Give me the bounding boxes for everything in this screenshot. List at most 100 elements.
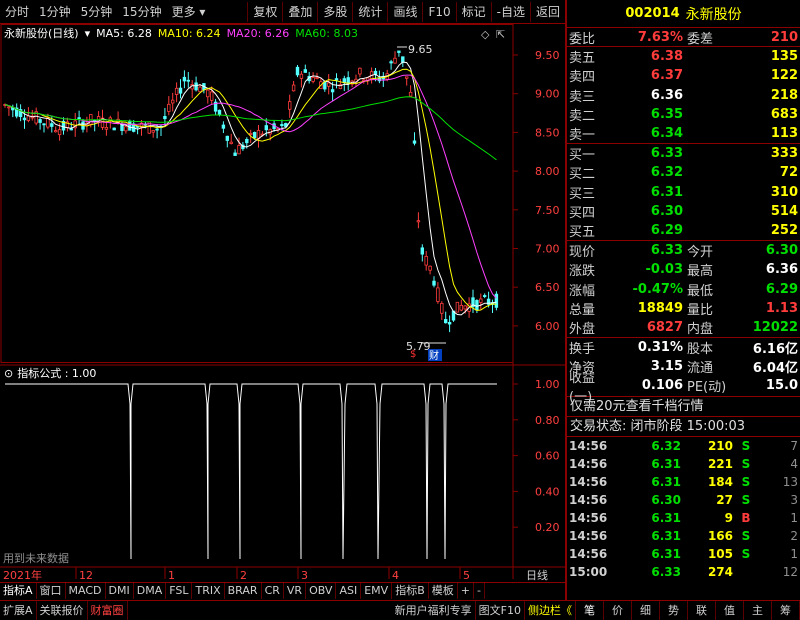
tick-price: 6.30	[651, 492, 681, 507]
stat-label: PE(动)	[687, 380, 727, 396]
book-volume: 252	[770, 222, 798, 238]
toolbar-button[interactable]: 叠加	[283, 1, 317, 23]
candle-body	[163, 116, 167, 120]
stat-value: 6.33	[650, 243, 683, 259]
price-pane-frame	[0, 24, 514, 363]
tick-row: 14:56 6.31 221 S 4	[567, 455, 800, 473]
toolbar-button[interactable]: 画线	[388, 1, 422, 23]
book-row[interactable]: 买五 6.29 252	[567, 221, 800, 240]
book-row[interactable]: 买二 6.32 72	[567, 163, 800, 182]
book-row[interactable]: 卖三 6.36 218	[567, 86, 800, 105]
book-row[interactable]: 卖五 6.38 135	[567, 47, 800, 66]
book-row[interactable]: 买一 6.33 333	[567, 144, 800, 163]
book-row[interactable]: 卖四 6.37 122	[567, 66, 800, 85]
toolbar-button[interactable]: 标记	[457, 1, 491, 23]
candle-body	[393, 57, 397, 64]
book-level: 卖五	[569, 51, 596, 67]
stat-row: 外盘 6827 内盘 12022	[567, 318, 800, 337]
diamond-icon[interactable]: ◇	[481, 28, 490, 41]
panel-tab[interactable]: 值	[716, 601, 744, 620]
candle-body	[54, 130, 58, 133]
indicator-tab[interactable]: 模板	[429, 583, 458, 599]
toolbar-button[interactable]: 统计	[353, 1, 387, 23]
fundamental-stats: 换手 0.31% 股本 6.16亿 净资 3.15 流通 6.04亿 收益(一) 0.106 PE(…	[567, 338, 800, 405]
period-button[interactable]: 1分钟	[34, 1, 76, 23]
fold-arrow-icon[interactable]: ⇱	[496, 28, 505, 41]
stat-label: 最高	[687, 264, 714, 280]
candle-body	[237, 145, 241, 155]
book-row[interactable]: 卖一 6.34 113	[567, 124, 800, 143]
period-button[interactable]: 分时	[0, 1, 34, 23]
indicator-tab[interactable]: VR	[284, 583, 307, 599]
book-row[interactable]: 卖二 6.35 683	[567, 105, 800, 124]
toolbar-button[interactable]: F10	[423, 1, 455, 23]
candle-body	[151, 130, 155, 133]
indicator-tab[interactable]: TRIX	[192, 583, 225, 599]
candle-body	[299, 73, 304, 79]
period-button[interactable]: 15分钟	[117, 1, 166, 23]
book-volume: 683	[770, 106, 798, 122]
panel-tab[interactable]: 笔	[576, 601, 604, 620]
ext-tab[interactable]: 关联报价	[37, 601, 88, 620]
indicator-tab[interactable]: BRAR	[225, 583, 262, 599]
panel-tab[interactable]: 联	[688, 601, 716, 620]
level2-promo[interactable]: 仅需20元查看千档行情	[567, 397, 800, 417]
book-row[interactable]: 买四 6.30 514	[567, 202, 800, 221]
panel-tab[interactable]: 价	[604, 601, 632, 620]
candle-body	[428, 265, 432, 271]
candle-body	[404, 76, 409, 79]
toolbar-button[interactable]: 返回	[531, 1, 565, 23]
indicator-tab[interactable]: EMV	[361, 583, 393, 599]
indicator-tab[interactable]: FSL	[166, 583, 193, 599]
dividend-icon[interactable]: $	[410, 349, 416, 360]
panel-tab[interactable]: 筹	[772, 601, 800, 620]
indicator-tab[interactable]: 指标A	[0, 583, 37, 599]
stat-row: 涨幅 -0.47% 最低 6.29	[567, 279, 800, 299]
indicator-tab[interactable]: +	[458, 583, 474, 599]
indicator-tab[interactable]: DMI	[106, 583, 134, 599]
indicator-tab[interactable]: CR	[262, 583, 284, 599]
panel-tab[interactable]: 主	[744, 601, 772, 620]
stat-label: 量比	[687, 302, 714, 318]
panel-tab[interactable]: 细	[632, 601, 660, 620]
candle-body	[287, 101, 292, 110]
price-tick-label: 7.00	[535, 243, 560, 256]
tick-side: S	[741, 456, 751, 471]
toolbar-button[interactable]: -自选	[492, 1, 530, 23]
sidebar-toggle[interactable]: 侧边栏《	[525, 601, 576, 620]
book-volume: 310	[770, 184, 798, 200]
price-axis: 9.50 9.00 8.50 8.00 7.50 7.00 6.50 6.00	[513, 49, 560, 333]
indicator-title-bar: ⊙ 指标公式 : 1.00	[0, 365, 96, 381]
indicator-tab[interactable]: ASI	[336, 583, 362, 599]
finance-icon[interactable]: 财	[429, 349, 439, 362]
candle-body	[174, 87, 179, 95]
indicator-tab[interactable]: OBV	[306, 583, 337, 599]
ma10-line	[4, 68, 497, 312]
indicator-tab[interactable]: MACD	[66, 583, 106, 599]
candle-body	[128, 120, 132, 131]
period-button[interactable]: 5分钟	[76, 1, 118, 23]
indicator-tab[interactable]: 窗口	[37, 583, 66, 599]
ext-tab[interactable]: 扩展A	[0, 601, 37, 620]
stat-value: 18849	[637, 300, 683, 316]
indicator-tab[interactable]: 指标B	[392, 583, 429, 599]
book-row[interactable]: 买三 6.31 310	[567, 183, 800, 202]
promo-link[interactable]: 新用户福利专享	[392, 601, 476, 620]
indicator-tab[interactable]: DMA	[134, 583, 167, 599]
candle-body	[182, 76, 187, 82]
f10-button[interactable]: 图文F10	[476, 601, 525, 620]
toolbar-button[interactable]: 复权	[248, 1, 282, 23]
indicator-title: 指标公式 : 1.00	[17, 367, 97, 380]
ext-tab[interactable]: 财富圈	[88, 601, 128, 620]
stat-label: 换手	[569, 342, 596, 358]
indicator-tab[interactable]: -	[474, 583, 485, 599]
panel-tab[interactable]: 势	[660, 601, 688, 620]
kline-chart[interactable]: 9.50 9.00 8.50 8.00 7.50 7.00 6.50 6.00 1.00 0.8…	[0, 24, 565, 582]
toolbar-button[interactable]: 多股	[318, 1, 352, 23]
tick-count: 13	[782, 474, 798, 489]
book-level: 卖二	[569, 108, 596, 124]
indicator-menu-icon[interactable]: ⊙	[4, 367, 13, 380]
candle-body	[358, 67, 362, 75]
stat-label: 现价	[569, 245, 596, 261]
period-button[interactable]: 更多 ▾	[167, 1, 211, 23]
